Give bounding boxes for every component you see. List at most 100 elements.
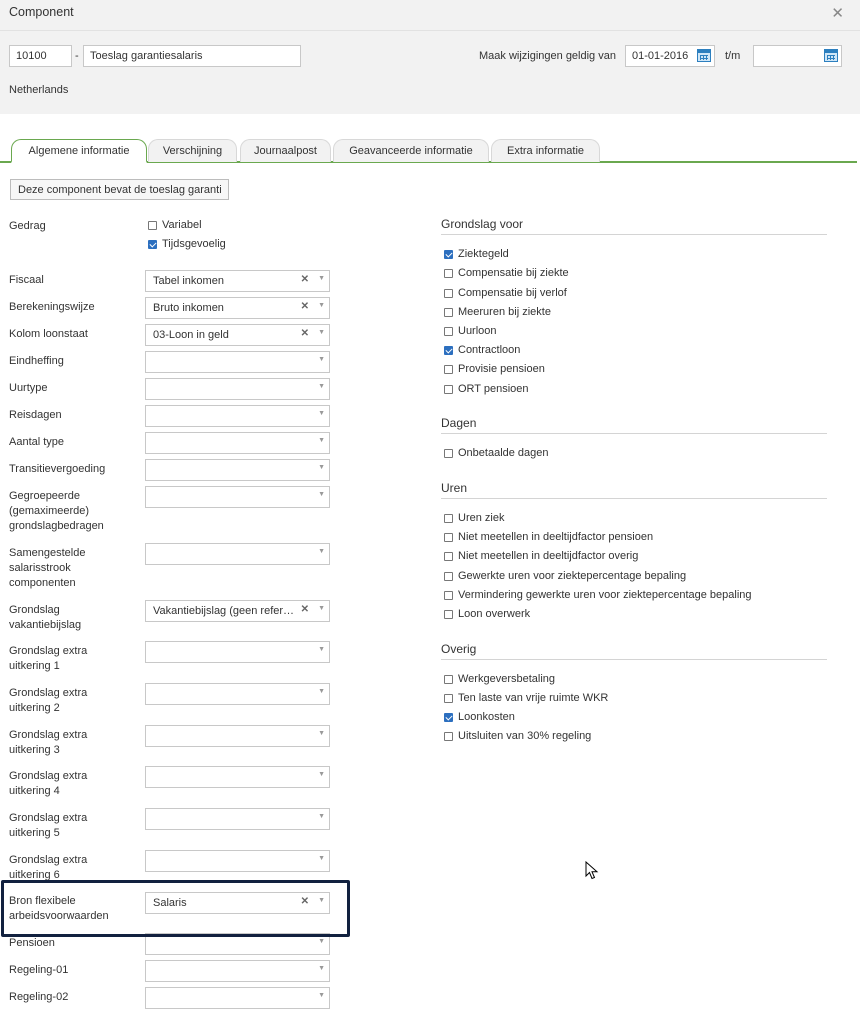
section-divider [441,498,827,499]
select-eindheffing[interactable]: ▼ [145,351,330,373]
section-title-grondslag-voor: Grondslag voor [441,217,524,231]
checkbox-label: Loonkosten [458,711,515,723]
select-value: 03-Loon in geld [153,329,229,341]
code-separator: - [75,50,79,62]
field-label-eindheffing: Eindheffing [9,355,64,367]
select-aantal-type[interactable]: ▼ [145,432,330,454]
section-divider [441,659,827,660]
checkbox-onbetaalde-dagen[interactable] [444,449,453,458]
field-label-samengestelde-salarisstrook-componenten: Samengestelde salarisstrook componenten [9,547,86,589]
checkbox-uren-ziek[interactable] [444,514,453,523]
chevron-down-icon: ▼ [318,688,325,695]
chevron-down-icon: ▼ [318,464,325,471]
checkbox-uitsluiten-van-30-regeling[interactable] [444,732,453,741]
chevron-down-icon: ▼ [318,897,325,904]
chevron-down-icon: ▼ [318,855,325,862]
clear-icon[interactable]: ✕ [301,604,309,615]
field-label-grondslag-extra-uitkering-2: Grondslag extra uitkering 2 [9,687,88,714]
checkbox-meeruren-bij-ziekte[interactable] [444,308,453,317]
select-pensioen[interactable]: ▼ [145,933,330,955]
field-label-pensioen: Pensioen [9,937,55,949]
clear-icon[interactable]: ✕ [301,328,309,339]
chevron-down-icon: ▼ [318,383,325,390]
checkbox-label: Meeruren bij ziekte [458,306,551,318]
checkbox-ziektegeld[interactable] [444,250,453,259]
checkbox-variabel[interactable] [148,221,157,230]
checkbox-uurloon[interactable] [444,327,453,336]
section-title-dagen: Dagen [441,416,477,430]
select-reisdagen[interactable]: ▼ [145,405,330,427]
select-grondslag-vakantiebijslag[interactable]: Vakantiebijslag (geen refer… ✕ ▼ [145,600,330,622]
close-icon[interactable]: ✕ [831,4,844,22]
checkbox-contractloon[interactable] [444,346,453,355]
checkbox-label: Loon overwerk [458,608,531,620]
toeslag-garanti-button[interactable]: Deze component bevat de toeslag garanti [10,179,229,200]
checkbox-tijdsgevoelig[interactable] [148,240,157,249]
component-code-input[interactable] [9,45,72,67]
chevron-down-icon: ▼ [318,992,325,999]
checkbox-label: Uitsluiten van 30% regeling [458,730,592,742]
tab-extra-informatie[interactable]: Extra informatie [491,139,600,162]
select-berekeningswijze[interactable]: Bruto inkomen ✕ ▼ [145,297,330,319]
select-regeling-01[interactable]: ▼ [145,960,330,982]
chevron-down-icon: ▼ [318,548,325,555]
select-fiscaal[interactable]: Tabel inkomen ✕ ▼ [145,270,330,292]
checkbox-ten-laste-van-vrije-ruimte-wkr[interactable] [444,694,453,703]
tab-geavanceerde-informatie[interactable]: Geavanceerde informatie [333,139,489,162]
dialog-title: Component [9,5,74,19]
field-label-grondslag-extra-uitkering-5: Grondslag extra uitkering 5 [9,812,88,839]
select-grondslag-extra-uitkering-3[interactable]: ▼ [145,725,330,747]
dialog-titlebar: Component ✕ [0,0,860,31]
checkbox-vermindering-gewerkte-uren-voor-ziektepercentage-bepaling[interactable] [444,591,453,600]
checkbox-label: Contractloon [458,344,521,356]
component-name-input[interactable] [83,45,301,67]
checkbox-ort-pensioen[interactable] [444,385,453,394]
checkbox-label: Compensatie bij verlof [458,287,567,299]
checkbox-label: ORT pensioen [458,383,529,395]
component-header [0,31,860,114]
checkbox-compensatie-bij-ziekte[interactable] [444,269,453,278]
select-value: Tabel inkomen [153,275,224,287]
checkbox-gewerkte-uren-voor-ziektepercentage-bepaling[interactable] [444,572,453,581]
tab-algemene-informatie[interactable]: Algemene informatie [11,139,147,163]
chevron-down-icon: ▼ [318,410,325,417]
checkbox-loon-overwerk[interactable] [444,610,453,619]
clear-icon[interactable]: ✕ [301,896,309,907]
clear-icon[interactable]: ✕ [301,274,309,285]
field-label-grondslag-extra-uitkering-1: Grondslag extra uitkering 1 [9,645,88,672]
select-gegroepeerde-gemaximeerde-grondslagbedragen[interactable]: ▼ [145,486,330,508]
select-uurtype[interactable]: ▼ [145,378,330,400]
select-regeling-02[interactable]: ▼ [145,987,330,1009]
checkbox-niet-meetellen-in-deeltijdfactor-pensioen[interactable] [444,533,453,542]
select-grondslag-extra-uitkering-4[interactable]: ▼ [145,766,330,788]
calendar-icon[interactable] [824,49,838,62]
chevron-down-icon: ▼ [318,771,325,778]
select-bron-flexibele-arbeidsvoorwaarden[interactable]: Salaris ✕ ▼ [145,892,330,914]
select-kolom-loonstaat[interactable]: 03-Loon in geld ✕ ▼ [145,324,330,346]
field-label-aantal-type: Aantal type [9,436,65,448]
section-divider [441,234,827,235]
chevron-down-icon: ▼ [318,646,325,653]
select-transitievergoeding[interactable]: ▼ [145,459,330,481]
select-samengestelde-salarisstrook-componenten[interactable]: ▼ [145,543,330,565]
select-grondslag-extra-uitkering-2[interactable]: ▼ [145,683,330,705]
checkbox-loonkosten[interactable] [444,713,453,722]
field-label-berekeningswijze: Berekeningswijze [9,301,95,313]
checkbox-provisie-pensioen[interactable] [444,365,453,374]
section-divider [441,433,827,434]
tab-verschijning[interactable]: Verschijning [148,139,237,162]
select-grondslag-extra-uitkering-1[interactable]: ▼ [145,641,330,663]
chevron-down-icon: ▼ [318,605,325,612]
checkbox-compensatie-bij-verlof[interactable] [444,289,453,298]
select-grondslag-extra-uitkering-6[interactable]: ▼ [145,850,330,872]
select-grondslag-extra-uitkering-5[interactable]: ▼ [145,808,330,830]
chevron-down-icon: ▼ [318,329,325,336]
calendar-icon[interactable] [697,49,711,62]
clear-icon[interactable]: ✕ [301,301,309,312]
tab-journaalpost[interactable]: Journaalpost [240,139,331,162]
checkbox-werkgeversbetaling[interactable] [444,675,453,684]
field-label-grondslag-extra-uitkering-4: Grondslag extra uitkering 4 [9,770,88,797]
select-value: Bruto inkomen [153,302,224,314]
checkbox-niet-meetellen-in-deeltijdfactor-overig[interactable] [444,552,453,561]
checkbox-label: Ten laste van vrije ruimte WKR [458,692,609,704]
